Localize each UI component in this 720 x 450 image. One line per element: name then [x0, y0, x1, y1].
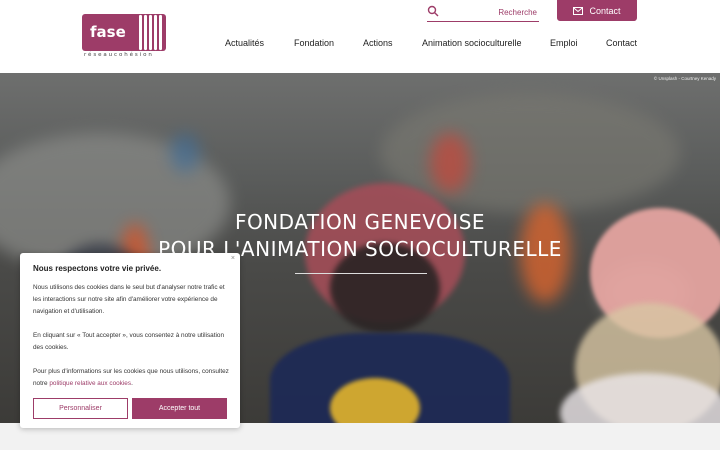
nav-actions[interactable]: Actions	[363, 38, 393, 48]
page: fase réseaucohésion Contact Actualités	[0, 0, 720, 450]
contact-button[interactable]: Contact	[557, 0, 637, 21]
search-input[interactable]	[443, 4, 537, 20]
customize-button[interactable]: Personnaliser	[33, 398, 128, 419]
photo-credit: © Unsplash - Courtney Kenady	[653, 76, 716, 81]
search-bar	[427, 2, 539, 22]
main-nav: Actualités Fondation Actions Animation s…	[0, 38, 720, 52]
fase-logo[interactable]: fase réseaucohésion	[82, 14, 168, 60]
site-header: fase réseaucohésion Contact Actualités	[0, 0, 720, 73]
accept-all-button[interactable]: Accepter tout	[132, 398, 227, 419]
hero-divider	[295, 273, 427, 274]
contact-button-label: Contact	[589, 5, 621, 16]
cookie-text-policy: Pour plus d'informations sur les cookies…	[33, 366, 233, 390]
cookie-consent-dialog: × Nous respectons votre vie privée. Nous…	[20, 253, 240, 428]
nav-contact[interactable]: Contact	[606, 38, 637, 48]
logo-tagline: réseaucohésion	[84, 52, 154, 58]
cookie-text-consent: En cliquant sur « Tout accepter », vous …	[33, 332, 225, 351]
envelope-icon	[573, 6, 584, 15]
nav-animation-socioculturelle[interactable]: Animation socioculturelle	[422, 38, 522, 48]
nav-fondation[interactable]: Fondation	[294, 38, 334, 48]
cookie-text-analytics: Nous utilisons des cookies dans le seul …	[33, 284, 225, 315]
nav-actualites[interactable]: Actualités	[225, 38, 264, 48]
hero-title-line1: FONDATION GENEVOISE	[234, 210, 486, 234]
nav-emploi[interactable]: Emploi	[550, 38, 578, 48]
cookie-policy-suffix: .	[131, 380, 133, 387]
cookie-policy-link[interactable]: politique relative aux cookies	[49, 380, 131, 387]
cookie-title: Nous respectons votre vie privée.	[33, 264, 162, 273]
close-icon[interactable]: ×	[231, 255, 235, 262]
search-icon[interactable]	[427, 5, 439, 17]
